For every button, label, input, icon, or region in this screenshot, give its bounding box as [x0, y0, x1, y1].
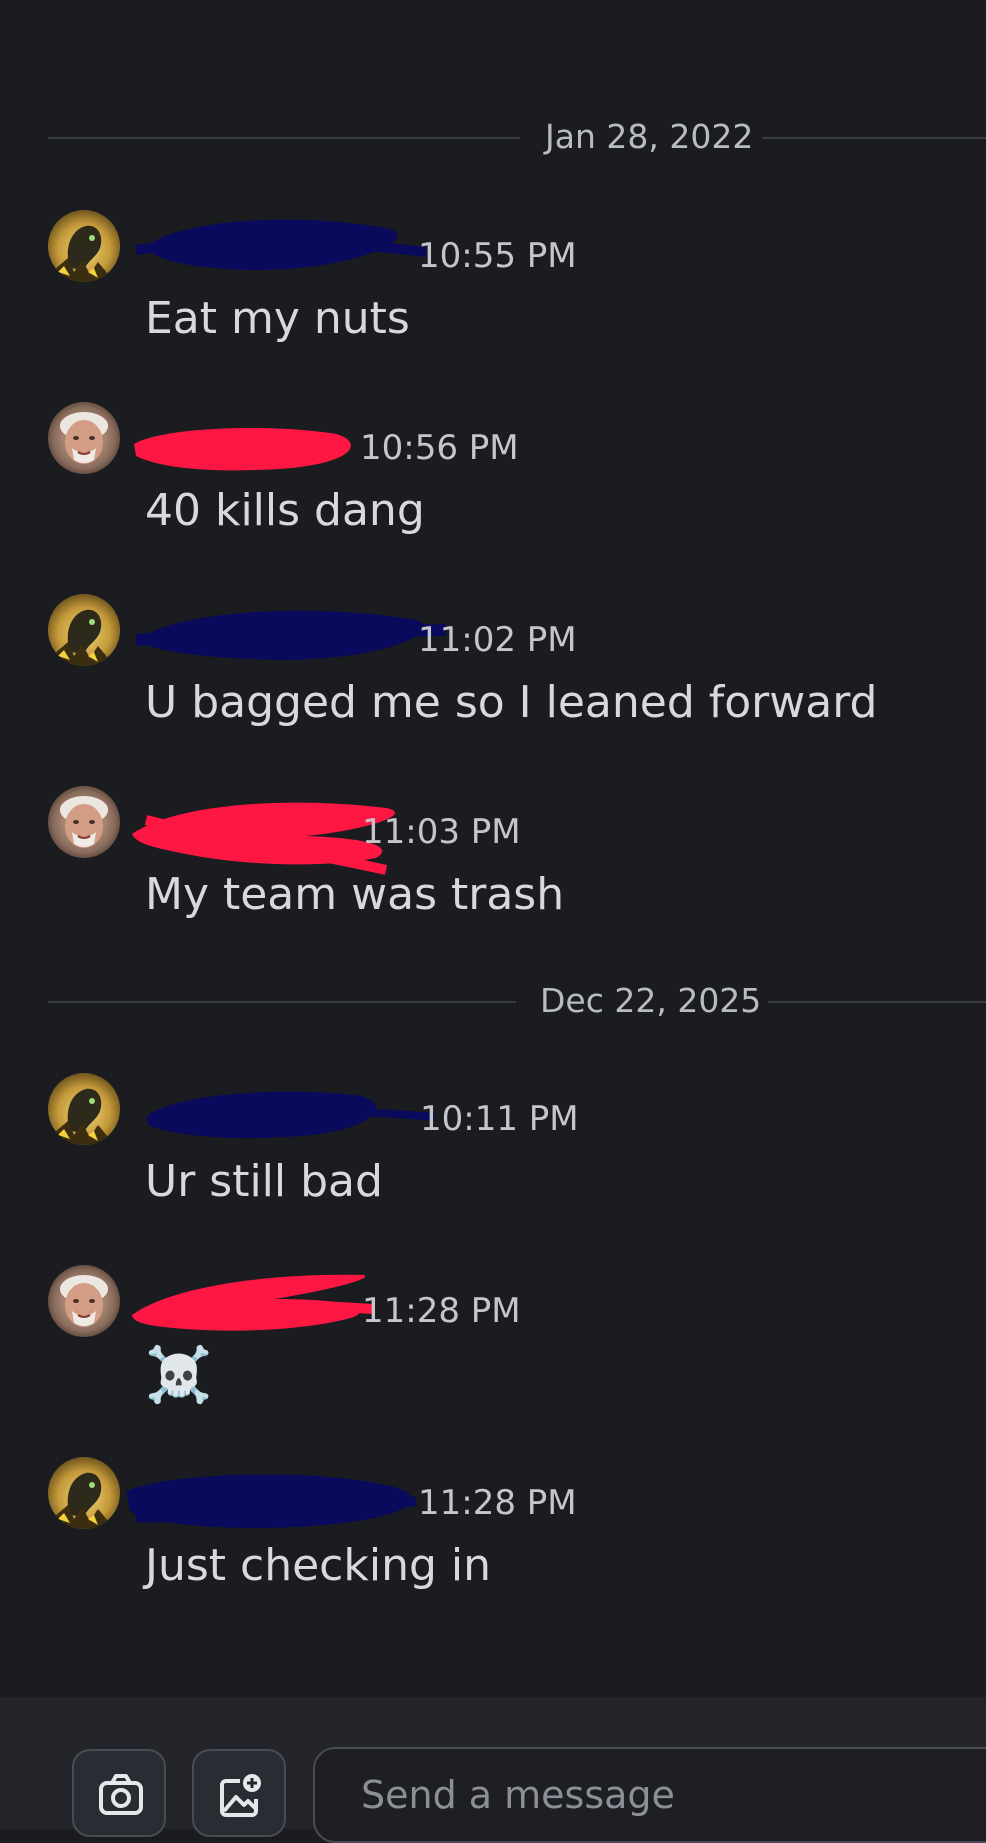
- helmet-avatar-icon[interactable]: [48, 1457, 120, 1529]
- message-text: Ur still bad: [145, 1156, 383, 1207]
- message-timestamp: 10:11 PM: [420, 1099, 579, 1139]
- message-composer: [0, 1697, 986, 1843]
- message-item[interactable]: 11:28 PM Just checking in: [48, 1457, 986, 1607]
- message-text: My team was trash: [145, 869, 565, 920]
- redacted-username: [135, 219, 427, 271]
- message-timestamp: 11:03 PM: [362, 812, 521, 852]
- gallery-button[interactable]: [192, 1749, 286, 1837]
- divider-date: Dec 22, 2025: [540, 981, 762, 1020]
- message-text: ☠️: [145, 1343, 213, 1406]
- message-text: Eat my nuts: [145, 293, 410, 344]
- redacted-username: [134, 428, 351, 471]
- message-item[interactable]: 10:11 PM Ur still bad: [48, 1073, 986, 1223]
- message-item[interactable]: 10:55 PM Eat my nuts: [48, 210, 986, 360]
- date-divider: Jan 28, 2022: [0, 117, 986, 157]
- message-timestamp: 11:28 PM: [362, 1291, 521, 1331]
- divider-date: Jan 28, 2022: [545, 117, 754, 156]
- message-timestamp: 10:55 PM: [418, 236, 577, 276]
- message-item[interactable]: 11:03 PM My team was trash: [48, 786, 986, 936]
- message-item[interactable]: 10:56 PM 40 kills dang: [48, 402, 986, 552]
- helmet-avatar-icon[interactable]: [48, 210, 120, 282]
- redacted-username: [135, 610, 447, 660]
- redacted-username: [126, 1474, 417, 1529]
- date-divider: Dec 22, 2025: [0, 981, 986, 1021]
- helmet-avatar-icon[interactable]: [48, 594, 120, 666]
- message-timestamp: 10:56 PM: [360, 428, 519, 468]
- redacted-username: [146, 1091, 435, 1139]
- message-text: Just checking in: [145, 1540, 491, 1591]
- message-text: 40 kills dang: [145, 485, 425, 536]
- message-input[interactable]: [315, 1749, 986, 1841]
- camera-button[interactable]: [72, 1749, 166, 1837]
- camera-icon: [99, 1774, 143, 1815]
- old-man-avatar-icon[interactable]: [48, 402, 120, 474]
- old-man-avatar-icon[interactable]: [48, 1265, 120, 1337]
- helmet-avatar-icon[interactable]: [48, 1073, 120, 1145]
- message-item[interactable]: 11:28 PM ☠️: [48, 1265, 986, 1415]
- message-item[interactable]: 11:02 PM U bagged me so I leaned forward: [48, 594, 986, 744]
- message-timestamp: 11:02 PM: [418, 620, 577, 660]
- image-add-icon: [220, 1774, 261, 1817]
- old-man-avatar-icon[interactable]: [48, 786, 120, 858]
- redacted-username: [132, 1274, 373, 1331]
- message-timestamp: 11:28 PM: [418, 1483, 577, 1523]
- message-text: U bagged me so I leaned forward: [145, 677, 878, 728]
